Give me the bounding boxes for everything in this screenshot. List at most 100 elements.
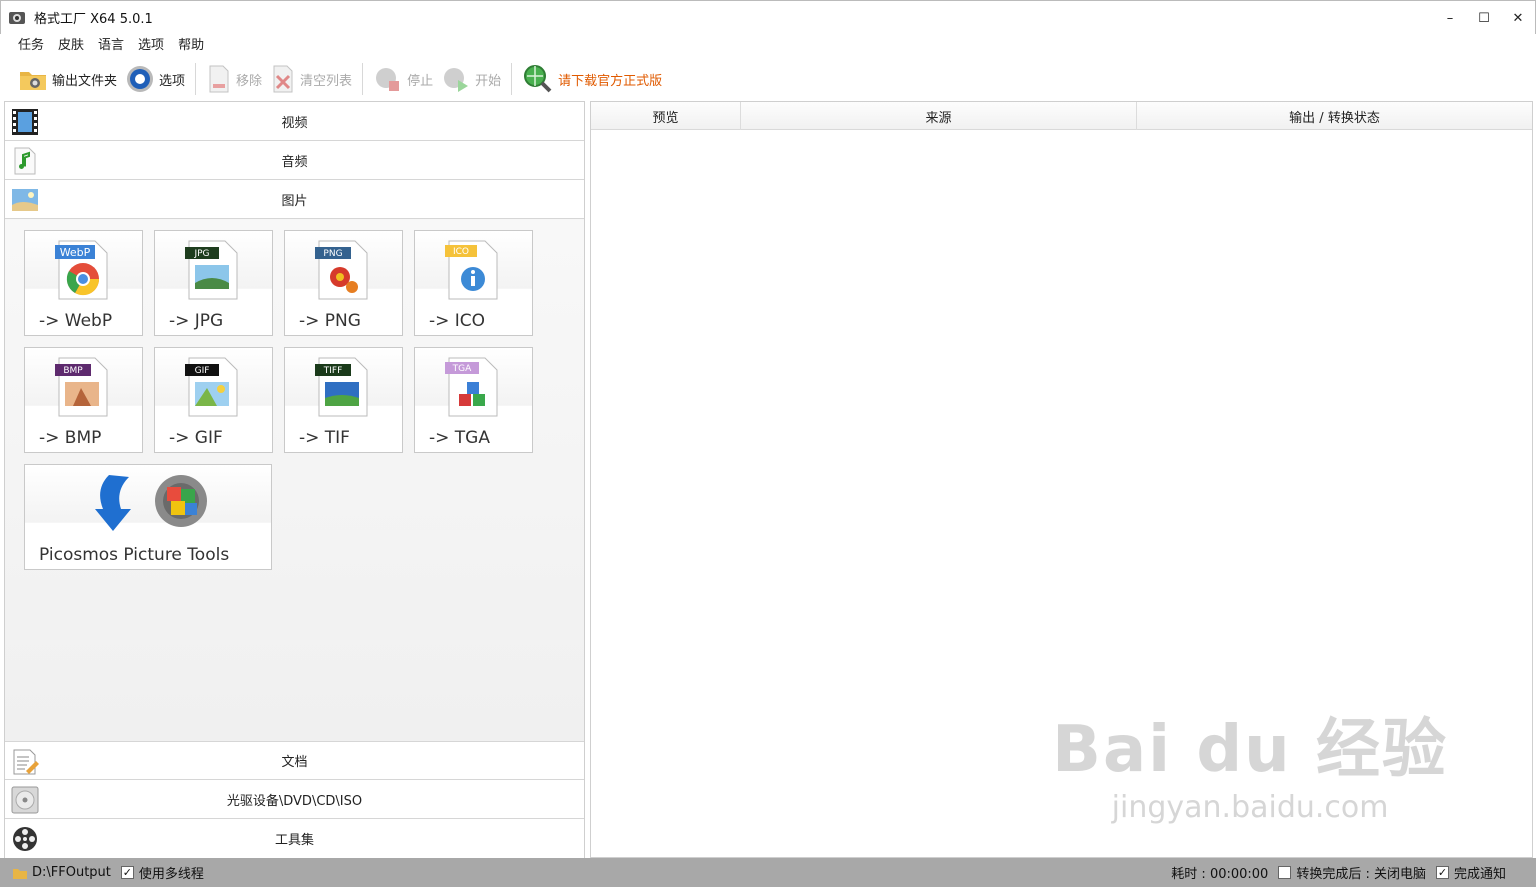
gif-file-icon: GIF: [185, 357, 238, 417]
remove-button[interactable]: 移除: [202, 61, 266, 97]
task-list-header: 预览 来源 输出 / 转换状态: [591, 102, 1532, 130]
picosmos-tools-tile[interactable]: Picosmos Picture Tools: [24, 464, 272, 570]
picosmos-tools-label: Picosmos Picture Tools: [39, 545, 230, 565]
toolbar-divider: [195, 63, 197, 95]
format-webp-tile[interactable]: WebP -> WebP: [24, 230, 143, 336]
watermark-main: Bai du 经验: [1052, 713, 1448, 787]
format-ico-label: -> ICO: [429, 311, 486, 331]
watermark-sub: jingyan.baidu.com: [1111, 790, 1389, 825]
close-button[interactable]: ✕: [1501, 1, 1535, 35]
category-image-label: 图片: [281, 193, 308, 209]
picosmos-tools-icon: [95, 475, 207, 531]
film-icon: [12, 109, 38, 135]
notify-label: 完成通知: [1453, 867, 1506, 882]
jpg-badge: JPG: [193, 249, 209, 259]
disc-drive-icon: [11, 786, 39, 814]
globe-search-icon: [524, 65, 552, 93]
clear-list-button[interactable]: 清空列表: [266, 61, 356, 97]
jpg-file-icon: JPG: [185, 240, 238, 300]
format-gif-tile[interactable]: GIF -> GIF: [154, 347, 273, 453]
category-audio-label: 音频: [281, 154, 308, 170]
format-tif-tile[interactable]: TIFF -> TIF: [284, 347, 403, 453]
maximize-button[interactable]: ☐: [1467, 1, 1501, 35]
task-list-panel[interactable]: 预览 来源 输出 / 转换状态 Bai du 经验 jingyan.baidu.…: [590, 101, 1533, 858]
baidu-watermark: Bai du 经验 jingyan.baidu.com: [1052, 698, 1448, 825]
format-bmp-label: -> BMP: [39, 428, 102, 448]
multithread-checkbox[interactable]: ✓: [120, 866, 134, 879]
download-official-label: 请下载官方正式版: [558, 73, 663, 89]
notify-checkbox[interactable]: ✓: [1435, 866, 1449, 879]
stop-icon: [376, 68, 400, 91]
column-source[interactable]: 来源: [741, 102, 1137, 130]
remove-label: 移除: [236, 73, 263, 89]
menu-task[interactable]: 任务: [11, 34, 51, 58]
column-output-status[interactable]: 输出 / 转换状态: [1137, 102, 1532, 130]
ico-badge: ICO: [453, 247, 469, 257]
webp-file-icon: WebP: [55, 240, 108, 300]
app-logo-icon: [9, 11, 25, 24]
elapsed-time: 耗时 : 00:00:00: [1171, 867, 1269, 882]
gif-badge: GIF: [195, 366, 210, 376]
clear-list-icon: [273, 65, 293, 93]
format-jpg-tile[interactable]: JPG -> JPG: [154, 230, 273, 336]
music-note-icon: [14, 147, 36, 175]
category-audio[interactable]: 音频: [5, 141, 584, 180]
category-tools-label: 工具集: [274, 833, 314, 848]
output-folder-button[interactable]: 输出文件夹: [14, 61, 121, 97]
menu-skin[interactable]: 皮肤: [51, 34, 91, 58]
image-format-grid: WebP -> WebP JPG -> JPG PNG -> PNG ICO -…: [5, 220, 584, 742]
shutdown-after-checkbox[interactable]: [1278, 866, 1292, 879]
tga-file-icon: TGA: [445, 357, 498, 417]
format-png-label: -> PNG: [299, 311, 361, 331]
output-folder-label: 输出文件夹: [52, 73, 118, 89]
menu-help[interactable]: 帮助: [171, 34, 211, 58]
tif-file-icon: TIFF: [315, 357, 368, 417]
toolbar: 输出文件夹 选项 移除 清空列表 停止 开始 请下载官方正式版: [0, 58, 1536, 100]
category-video[interactable]: 视频: [5, 102, 584, 141]
stop-label: 停止: [407, 73, 434, 89]
bmp-file-icon: BMP: [55, 357, 108, 417]
category-panel: 视频 音频 图片 WebP -> WebP JPG -> JPG PNG -> …: [4, 101, 585, 858]
category-image[interactable]: 图片: [5, 180, 584, 219]
toolbar-divider: [362, 63, 364, 95]
multithread-label: 使用多线程: [138, 867, 204, 882]
tga-badge: TGA: [452, 364, 472, 374]
format-jpg-label: -> JPG: [169, 311, 224, 331]
download-official-link[interactable]: 请下载官方正式版: [518, 61, 666, 97]
folder-icon: [20, 72, 46, 90]
status-bar: D:\FFOutput ✓ 使用多线程 耗时 : 00:00:00 转换完成后 …: [0, 858, 1536, 887]
window-title: 格式工厂 X64 5.0.1: [34, 12, 153, 27]
gear-icon: [127, 66, 154, 92]
title-bar: 格式工厂 X64 5.0.1 – ☐ ✕: [0, 0, 1536, 34]
tif-badge: TIFF: [323, 366, 343, 376]
stop-button[interactable]: 停止: [369, 61, 437, 97]
format-tif-label: -> TIF: [299, 428, 350, 448]
minimize-button[interactable]: –: [1433, 1, 1467, 35]
category-tools[interactable]: 工具集: [5, 819, 584, 858]
category-document-label: 文档: [281, 755, 308, 770]
png-file-icon: PNG: [315, 240, 368, 300]
format-webp-label: -> WebP: [39, 311, 113, 331]
menu-bar: 任务 皮肤 语言 选项 帮助: [0, 34, 1536, 58]
menu-language[interactable]: 语言: [91, 34, 131, 58]
format-ico-tile[interactable]: ICO -> ICO: [414, 230, 533, 336]
options-button[interactable]: 选项: [121, 61, 189, 97]
document-remove-icon: [209, 65, 229, 93]
format-tga-tile[interactable]: TGA -> TGA: [414, 347, 533, 453]
category-disc[interactable]: 光驱设备\DVD\CD\ISO: [5, 780, 584, 819]
format-bmp-tile[interactable]: BMP -> BMP: [24, 347, 143, 453]
png-badge: PNG: [323, 249, 342, 259]
category-disc-label: 光驱设备\DVD\CD\ISO: [226, 793, 363, 809]
bmp-badge: BMP: [63, 366, 83, 376]
output-path[interactable]: D:\FFOutput: [32, 865, 111, 880]
category-document[interactable]: 文档: [5, 741, 584, 780]
start-button[interactable]: 开始: [437, 61, 505, 97]
menu-options[interactable]: 选项: [131, 34, 171, 58]
start-label: 开始: [475, 73, 502, 89]
clear-list-label: 清空列表: [300, 73, 353, 89]
options-label: 选项: [159, 73, 186, 89]
folder-small-icon: [13, 868, 27, 879]
toolbar-divider: [511, 63, 513, 95]
format-png-tile[interactable]: PNG -> PNG: [284, 230, 403, 336]
column-preview[interactable]: 预览: [591, 102, 741, 130]
